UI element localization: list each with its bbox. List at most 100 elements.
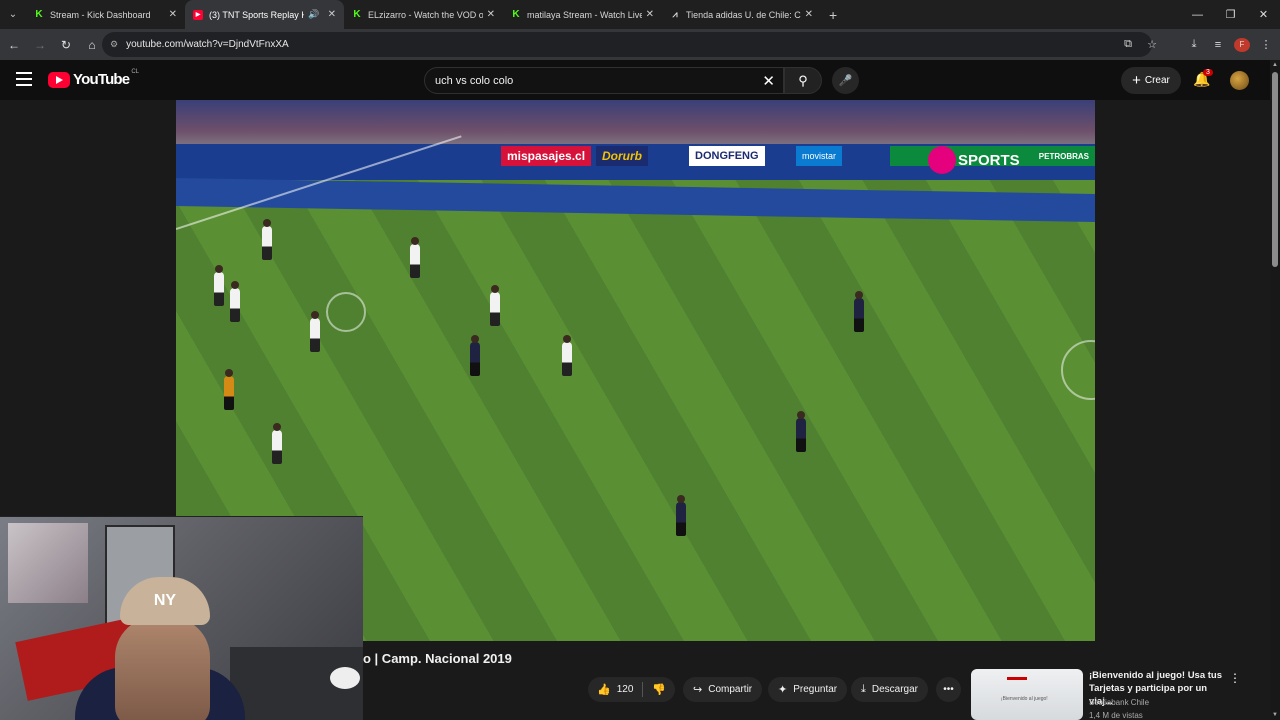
speaker-icon[interactable]: 🔊 <box>308 9 319 20</box>
plus-icon: + <box>1132 72 1141 89</box>
download-arrow-icon: ⤓ <box>861 683 866 695</box>
hamburger-menu-icon[interactable] <box>16 72 32 86</box>
ad-movistar: movistar <box>796 146 843 166</box>
bookmark-star-icon[interactable]: ☆ <box>1144 38 1160 51</box>
ad-channel[interactable]: Scotiabank Chile <box>1089 698 1149 707</box>
microphone-icon: 🎤 <box>838 75 853 87</box>
close-tab-icon[interactable]: ✕ <box>805 9 813 20</box>
tab-search-chevron-icon[interactable]: ⌄ <box>0 0 26 29</box>
player <box>796 411 806 452</box>
player <box>562 335 572 376</box>
download-button[interactable]: ⤓ Descargar <box>851 677 929 702</box>
youtube-icon: ▶ <box>193 9 203 20</box>
ad-views: 1,4 M de vistas <box>1089 711 1143 720</box>
tnt-sports-logo: SPORTS <box>928 146 1020 174</box>
browser-menu-icon[interactable]: ⋮ <box>1258 38 1274 51</box>
streamer-face <box>115 617 210 720</box>
player <box>676 495 686 536</box>
ad-dorurb: Dorurb <box>596 146 648 166</box>
kick-icon: K <box>35 9 43 20</box>
like-dislike-group: 👍 120 👎 <box>588 677 676 702</box>
player <box>854 291 864 332</box>
site-info-icon[interactable]: ⚙ <box>110 39 118 50</box>
clear-search-icon[interactable]: ✕ <box>762 72 775 90</box>
player <box>490 285 500 326</box>
player <box>214 265 224 306</box>
browser-tab[interactable]: K matilaya Stream - Watch Live o ✕ <box>503 0 662 29</box>
youtube-header: YouTube CL uch vs colo colo ✕ ⚲ 🎤 + Crea… <box>0 60 1280 100</box>
voice-search-button[interactable]: 🎤 <box>832 67 859 94</box>
browser-tab[interactable]: K Stream - Kick Dashboard ✕ <box>26 0 185 29</box>
sparkle-icon: ✦ <box>778 684 788 696</box>
search-button[interactable]: ⚲ <box>784 67 822 94</box>
dislike-button[interactable]: 👎 <box>643 677 675 702</box>
toolbar-actions: ⧉ ☆ ⤓ ≡ F ⋮ <box>1120 29 1274 60</box>
sponsored-video-card[interactable]: ¡Bienvenido al juego! ¡Bienvenido al jue… <box>971 669 1271 720</box>
thumbs-up-icon: 👍 <box>597 684 611 696</box>
close-tab-icon[interactable]: ✕ <box>328 9 336 20</box>
player <box>262 219 272 260</box>
player <box>470 335 480 376</box>
home-icon[interactable]: ⌂ <box>80 33 104 57</box>
player <box>410 237 420 278</box>
reload-icon[interactable]: ↻ <box>54 33 78 57</box>
install-app-icon[interactable]: ⧉ <box>1120 38 1136 51</box>
scroll-thumb[interactable] <box>1272 72 1278 267</box>
youtube-logo[interactable]: YouTube CL <box>48 69 139 88</box>
player <box>230 281 240 322</box>
close-tab-icon[interactable]: ✕ <box>646 9 654 20</box>
account-avatar[interactable] <box>1230 71 1249 90</box>
like-button[interactable]: 👍 120 <box>588 677 642 702</box>
youtube-play-icon <box>48 71 70 88</box>
share-icon: ↪ <box>693 684 703 696</box>
more-horizontal-icon: ••• <box>943 684 954 695</box>
restore-icon[interactable]: ❐ <box>1214 0 1247 29</box>
referee <box>224 369 234 410</box>
window-close-icon[interactable]: ✕ <box>1247 0 1280 29</box>
scroll-up-icon[interactable]: ▲ <box>1271 62 1279 68</box>
profile-avatar[interactable]: F <box>1234 37 1250 52</box>
player <box>272 423 282 464</box>
forward-icon[interactable]: → <box>28 33 52 57</box>
url-text: youtube.com/watch?v=DjndVtFnxXA <box>126 39 289 50</box>
page-scrollbar[interactable]: ▲ ▼ <box>1270 60 1280 720</box>
back-icon[interactable]: ← <box>2 33 26 57</box>
search-icon: ⚲ <box>798 72 808 88</box>
search-input[interactable]: uch vs colo colo ✕ <box>424 67 784 94</box>
more-actions-button[interactable]: ••• <box>936 677 961 702</box>
tnt-logo-mark <box>928 146 956 174</box>
close-tab-icon[interactable]: ✕ <box>169 9 177 20</box>
create-button[interactable]: + Crear <box>1121 67 1181 94</box>
kick-icon: K <box>353 9 361 20</box>
browser-tab-strip: ⌄ K Stream - Kick Dashboard ✕ ▶ (3) TNT … <box>0 0 1280 29</box>
wall-poster <box>8 523 88 603</box>
address-bar[interactable]: ⚙ youtube.com/watch?v=DjndVtFnxXA <box>102 32 1152 57</box>
ad-thumb-accent <box>1007 677 1027 680</box>
pitch-arc <box>326 292 366 332</box>
ad-mispasajes: mispasajes.cl <box>501 146 592 166</box>
window-controls: — ❐ ✕ <box>1181 0 1280 29</box>
ad-dongfeng: DONGFENG <box>689 146 765 166</box>
pitch-arc <box>1061 340 1095 400</box>
player <box>310 311 320 352</box>
ad-thumbnail[interactable]: ¡Bienvenido al juego! <box>971 669 1083 720</box>
share-button[interactable]: ↪ Compartir <box>683 677 763 702</box>
kick-icon: K <box>512 9 520 20</box>
more-vertical-icon[interactable]: ⋮ <box>1229 671 1241 685</box>
minimize-icon[interactable]: — <box>1181 0 1214 29</box>
ask-button[interactable]: ✦ Preguntar <box>768 677 848 702</box>
webcam-overlay: NY <box>0 516 363 720</box>
thumbs-down-icon: 👎 <box>652 684 667 696</box>
search-query: uch vs colo colo <box>435 74 514 87</box>
media-controls-icon[interactable]: ≡ <box>1210 39 1226 51</box>
plate <box>330 667 360 689</box>
scroll-down-icon[interactable]: ▼ <box>1271 712 1279 718</box>
browser-tab[interactable]: K ELzizarro - Watch the VOD on K ✕ <box>344 0 503 29</box>
video-title: o | Camp. Nacional 2019 <box>363 651 512 666</box>
new-tab-plus-icon[interactable]: + <box>829 7 837 23</box>
browser-tab[interactable]: ⩘ Tienda adidas U. de Chile: Cami ✕ <box>662 0 821 29</box>
download-icon[interactable]: ⤓ <box>1186 38 1202 51</box>
adidas-icon: ⩘ <box>672 9 678 19</box>
browser-tab-active[interactable]: ▶ (3) TNT Sports Replay Histó 🔊 ✕ <box>185 0 344 29</box>
close-tab-icon[interactable]: ✕ <box>487 9 495 20</box>
